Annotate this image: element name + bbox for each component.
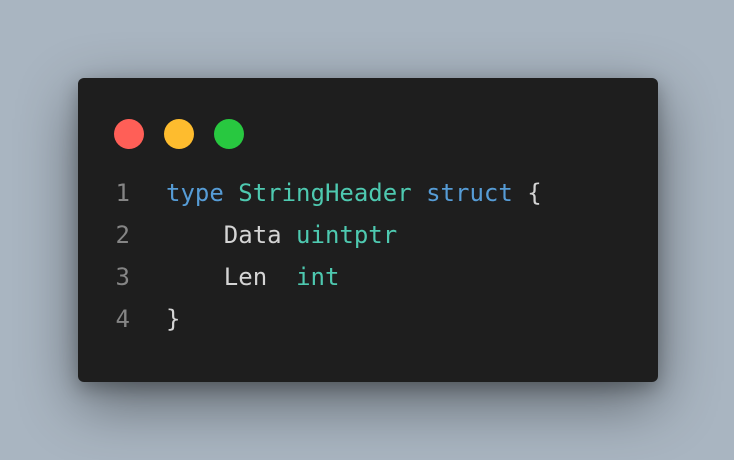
identifier-token: Len xyxy=(223,263,268,291)
maximize-dot[interactable] xyxy=(214,119,244,149)
line-number: 1 xyxy=(115,179,130,207)
line-content: Len int xyxy=(166,256,340,298)
identifier-token: Data xyxy=(223,221,282,249)
type-token: int xyxy=(296,263,340,291)
code-line: 2 Data uintptr xyxy=(78,214,658,256)
code-line: 4 } xyxy=(78,298,658,340)
line-number: 3 xyxy=(115,263,130,291)
type-token: StringHeader xyxy=(238,179,412,207)
type-token: uintptr xyxy=(296,221,398,249)
punctuation-token: { xyxy=(527,179,542,207)
close-dot[interactable] xyxy=(114,119,144,149)
line-number: 4 xyxy=(115,305,130,333)
keyword-token: struct xyxy=(426,179,513,207)
minimize-dot[interactable] xyxy=(164,119,194,149)
line-content: type StringHeader struct { xyxy=(166,172,542,214)
punctuation-token: } xyxy=(166,305,181,333)
line-content: } xyxy=(166,298,180,340)
code-line: 1 type StringHeader struct { xyxy=(78,172,658,214)
code-block: 1 type StringHeader struct { 2 Data uint… xyxy=(78,172,658,340)
code-line: 3 Len int xyxy=(78,256,658,298)
code-window: 1 type StringHeader struct { 2 Data uint… xyxy=(78,78,658,382)
line-content: Data uintptr xyxy=(166,214,397,256)
line-number: 2 xyxy=(115,221,130,249)
keyword-token: type xyxy=(166,179,224,207)
window-controls xyxy=(114,119,244,149)
